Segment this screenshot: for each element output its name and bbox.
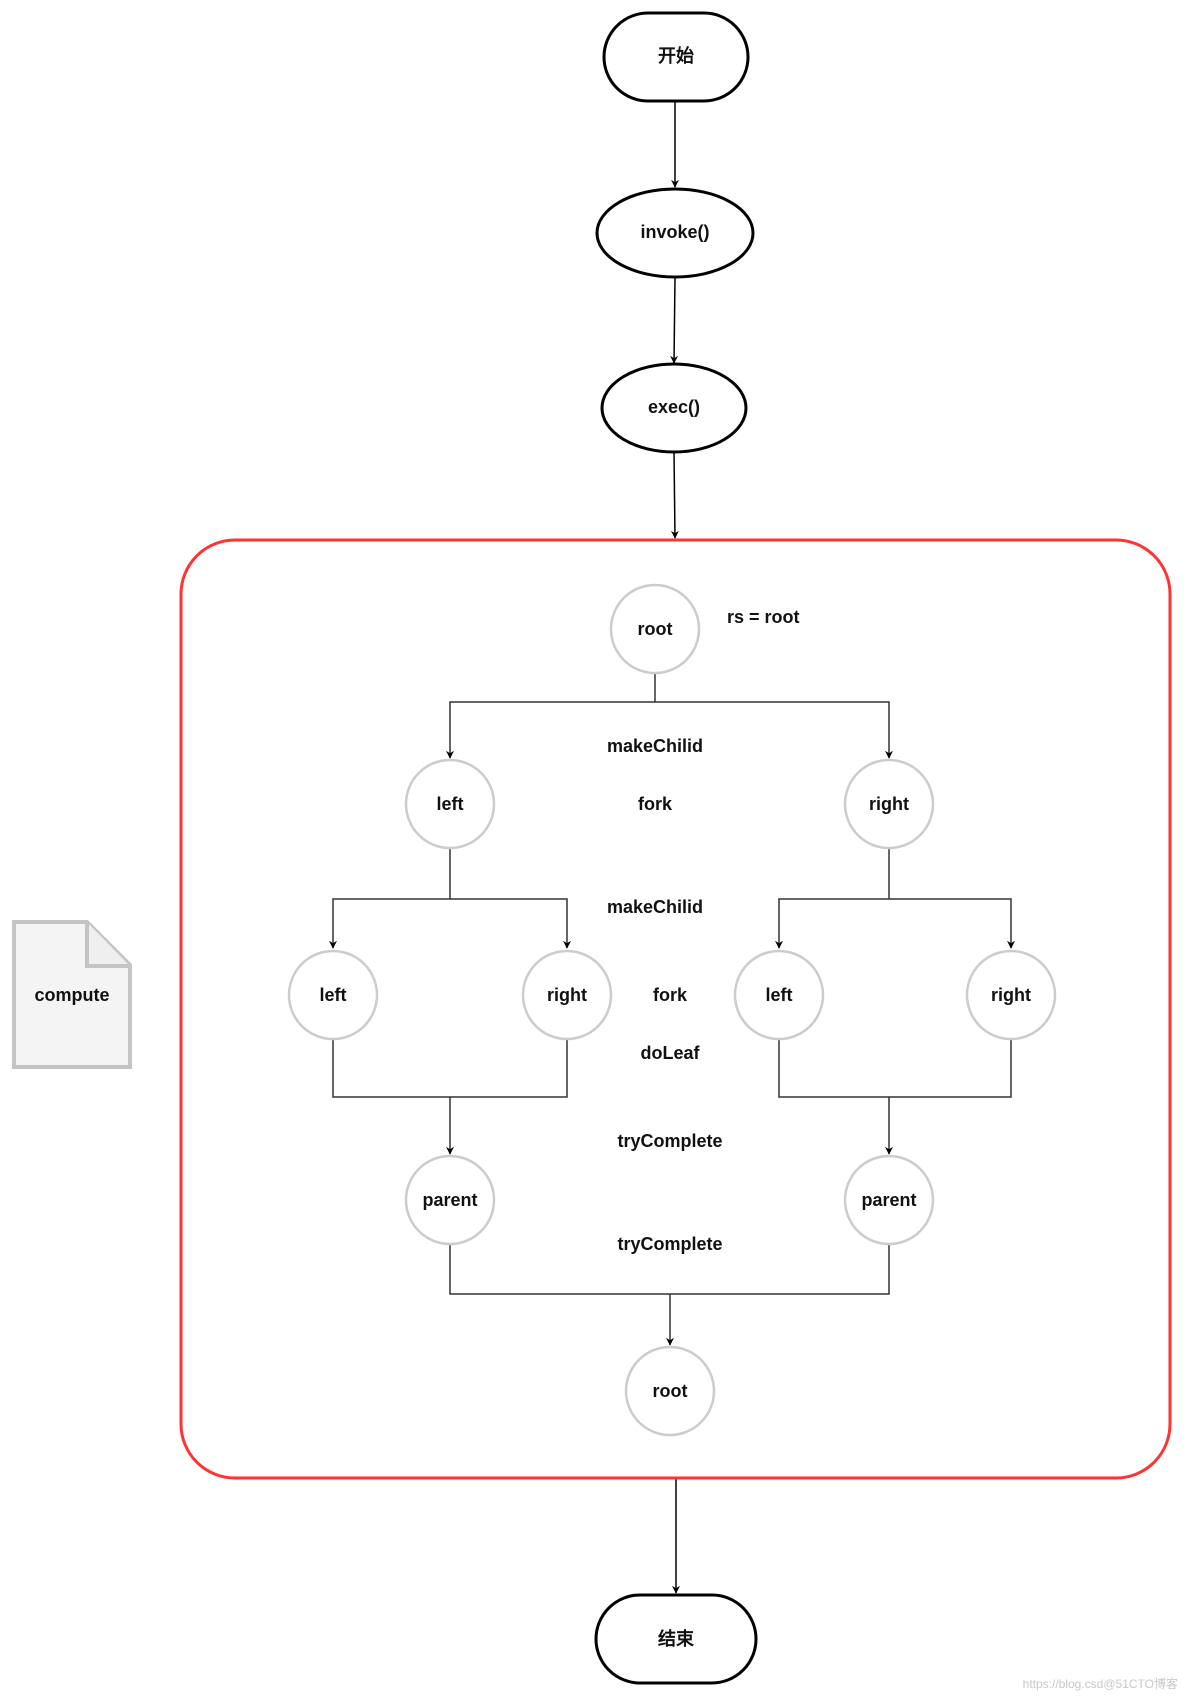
level2-left-left-label: left	[320, 985, 347, 1005]
annotation-fork-1: fork	[638, 794, 673, 814]
tree-node-parent-left: parent	[404, 1154, 496, 1246]
parent-left-label: parent	[422, 1190, 477, 1210]
tree-node-level2-right-left: left	[733, 949, 825, 1041]
parent-right-label: parent	[861, 1190, 916, 1210]
annotation-try-complete-1: tryComplete	[617, 1131, 722, 1151]
connector-leftleaves-join	[332, 1040, 568, 1098]
connector-left-to-leftright	[450, 898, 571, 949]
annotation-make-child-1: makeChilid	[607, 736, 703, 756]
tree-node-level1-left: left	[404, 758, 496, 850]
level2-right-left-label: left	[766, 985, 793, 1005]
root-top-label: root	[638, 619, 673, 639]
tree-node-level2-left-left: left	[287, 949, 379, 1041]
exec-node: exec()	[600, 362, 748, 454]
annotation-make-child-2: makeChilid	[607, 897, 703, 917]
arrow-invoke-to-exec	[670, 276, 679, 364]
exec-label: exec()	[648, 397, 700, 417]
level2-left-right-label: right	[547, 985, 587, 1005]
tree-node-parent-right: parent	[843, 1154, 935, 1246]
flowchart-canvas: 开始 invoke() exec() compute root rs = roo…	[12, 11, 1178, 1691]
watermark: https://blog.csd@51CTO博客	[1023, 1676, 1178, 1691]
tree-node-level2-left-right: right	[521, 949, 613, 1041]
compute-label: compute	[34, 985, 109, 1005]
connector-rightleaves-join	[778, 1040, 1012, 1098]
tree-node-root-top: root	[609, 583, 701, 675]
level2-right-right-label: right	[991, 985, 1031, 1005]
root-assignment-note: rs = root	[727, 607, 800, 627]
annotation-do-leaf: doLeaf	[640, 1043, 700, 1063]
start-terminal: 开始	[602, 11, 750, 103]
end-label: 结束	[658, 1628, 695, 1649]
compute-document: compute	[12, 920, 132, 1069]
connector-right-to-rightleft	[775, 898, 889, 949]
invoke-node: invoke()	[595, 187, 755, 279]
start-label: 开始	[658, 45, 694, 66]
connector-right-to-rightright	[889, 898, 1015, 949]
annotation-try-complete-2: tryComplete	[617, 1234, 722, 1254]
tree-node-root-bottom: root	[624, 1345, 716, 1437]
connector-left-to-leftleft	[329, 898, 450, 949]
level1-left-label: left	[437, 794, 464, 814]
level1-right-label: right	[869, 794, 909, 814]
tree-node-level1-right: right	[843, 758, 935, 850]
root-bottom-label: root	[653, 1381, 688, 1401]
annotation-fork-2: fork	[653, 985, 688, 1005]
arrow-exec-to-container	[670, 451, 679, 539]
invoke-label: invoke()	[640, 222, 709, 242]
tree-node-level2-right-right: right	[965, 949, 1057, 1041]
end-terminal: 结束	[594, 1593, 758, 1685]
